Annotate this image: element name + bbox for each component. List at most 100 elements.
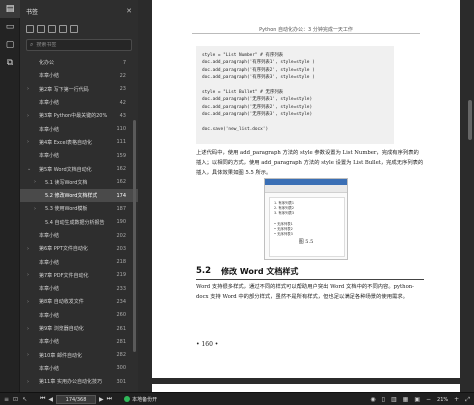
sidebar-item[interactable]: 本章小结 202 — [20, 229, 138, 242]
bookmark-icon[interactable]: ▤ — [0, 0, 20, 18]
fullscreen-icon[interactable]: ⤢ — [465, 396, 470, 404]
sidebar-item[interactable]: › 第4章 Excel表格自动化 111 — [20, 136, 138, 149]
section-number: 5.2 — [196, 266, 212, 276]
sidebar-item[interactable]: › 5.3 使用Word模板 187 — [20, 202, 138, 215]
sidebar-item[interactable]: 本章小结 218 — [20, 255, 138, 268]
sidebar-item-label: 第11章 实用办公自动化技巧 — [39, 379, 102, 386]
sidebar-item[interactable]: 本章小结 300 — [20, 362, 138, 375]
sidebar-item-label: 本章小结 — [39, 259, 60, 266]
cursor-icon[interactable]: ↖ — [22, 396, 27, 403]
sidebar-item[interactable]: › 第10章 邮件自动化 282 — [20, 349, 138, 362]
sidebar-item[interactable]: ⌄ 第5章 Word文档自动化 162 — [20, 162, 138, 175]
comment-icon[interactable]: ▢ — [0, 36, 20, 54]
sidebar-item[interactable]: 本章小结 110 — [20, 122, 138, 135]
sidebar-item-page: 7 — [122, 59, 126, 66]
sidebar-item[interactable]: › 第3章 Python中最关键的20% 43 — [20, 109, 138, 122]
delete-bookmark-icon[interactable] — [59, 25, 67, 33]
document-scrollbar[interactable] — [468, 4, 472, 384]
chevron-right-icon[interactable]: › — [27, 326, 29, 332]
eye-icon[interactable]: ◉ — [370, 396, 375, 403]
chevron-down-icon[interactable]: ⌄ — [27, 166, 31, 172]
attachment-icon[interactable]: ⧉ — [0, 54, 20, 72]
add-bookmark-icon[interactable] — [48, 25, 56, 33]
chevron-right-icon[interactable]: › — [27, 246, 29, 252]
sidebar-item-page: 234 — [116, 298, 126, 305]
sidebar-item-page: 162 — [116, 166, 126, 173]
sidebar-item[interactable]: 本章小结 159 — [20, 149, 138, 162]
chevron-right-icon[interactable]: › — [34, 179, 36, 185]
code-line: doc.add_paragraph('无序列表3', style=style) — [202, 112, 313, 118]
sidebar-item-page: 203 — [116, 245, 126, 252]
zoom-in-icon[interactable]: + — [454, 396, 459, 403]
collapse-all-icon[interactable] — [37, 25, 45, 33]
next-page-top — [152, 384, 460, 392]
double-page-icon[interactable]: ▥ — [391, 396, 397, 403]
sidebar-item[interactable]: › 第9章 浏览器自动化 261 — [20, 322, 138, 335]
book-view-icon[interactable]: ▣ — [414, 396, 420, 403]
sidebar-item[interactable]: 化办公 7 — [20, 56, 138, 69]
scroll-thumb[interactable] — [468, 100, 472, 140]
sidebar-item[interactable]: › 第2章 写下第一行代码 23 — [20, 83, 138, 96]
sidebar-item-label: 第10章 邮件自动化 — [39, 352, 82, 359]
fit-icon[interactable]: ⊡ — [13, 396, 18, 403]
more-icon[interactable] — [70, 25, 78, 33]
sidebar-item-page: 282 — [116, 352, 126, 359]
chevron-right-icon[interactable]: › — [34, 206, 36, 212]
page-indicator[interactable]: 174/368 — [56, 394, 97, 404]
code-line: style = "List Number" # 有序列表 — [202, 53, 284, 58]
sidebar-item[interactable]: 5.2 修改Word文档样式 174 — [20, 188, 138, 203]
sidebar-item[interactable]: 本章小结 233 — [20, 282, 138, 295]
first-page-icon[interactable]: ⏮ — [40, 395, 45, 403]
next-page-icon[interactable]: ▶ — [99, 396, 104, 403]
sidebar-item[interactable]: › 第6章 PPT文件自动化 203 — [20, 242, 138, 255]
chevron-right-icon[interactable]: › — [27, 86, 29, 92]
sidebar-item-label: 本章小结 — [39, 153, 60, 160]
sidebar-item[interactable]: 本章小结 42 — [20, 96, 138, 109]
sidebar-item[interactable]: 本章小结 281 — [20, 335, 138, 348]
sidebar-item[interactable]: › 5.1 读写Word文档 162 — [20, 176, 138, 189]
close-icon[interactable]: ✕ — [126, 7, 132, 15]
last-page-icon[interactable]: ⏭ — [107, 395, 112, 403]
code-line: doc.add_paragraph('有序列表3', style=style ) — [202, 75, 315, 81]
chevron-right-icon[interactable]: › — [27, 272, 29, 278]
single-page-icon[interactable]: ▯ — [382, 396, 385, 403]
chevron-right-icon[interactable]: › — [27, 299, 29, 305]
chevron-right-icon[interactable]: › — [27, 139, 29, 145]
search-input[interactable] — [36, 42, 127, 48]
sidebar-item-page: 219 — [116, 272, 126, 279]
backup-status[interactable]: 本地备份开 — [124, 396, 157, 403]
sidebar-item[interactable]: 本章小结 22 — [20, 69, 138, 82]
zoom-out-icon[interactable]: − — [426, 396, 431, 403]
prev-page-icon[interactable]: ◀ — [48, 396, 53, 403]
sidebar-item-page: 260 — [116, 312, 126, 319]
sidebar-item[interactable]: › 第7章 PDF文件自动化 219 — [20, 269, 138, 282]
sidebar-item[interactable]: 本章小结 260 — [20, 309, 138, 322]
bookmark-search[interactable]: ⌕ — [26, 39, 132, 51]
document-viewport: Python 自动化办公：3 分钟完成一天工作 style = "List Nu… — [138, 0, 474, 392]
sidebar-item-page: 281 — [116, 338, 126, 345]
sidebar-scrollbar[interactable] — [133, 120, 136, 352]
figure-word-screenshot: 1. 有序列表1 2. 有序列表2 3. 有序列表3 • 无序列表1 • 无序列表2 • … — [264, 178, 348, 260]
sidebar-item[interactable]: › 第8章 自动收发文件 234 — [20, 295, 138, 308]
sidebar-item-label: 本章小结 — [39, 126, 60, 133]
bookmark-sidebar: 书签 ✕ ⌕ 化办公 7 本章小结 22 › 第2章 写下第一行代码 23 本章小结 42 › 第3… — [20, 0, 138, 392]
view-controls: ◉ ▯ ▥ ▦ ▣ − 21% + ⤢ — [370, 394, 470, 405]
thumbnail-icon[interactable]: ▭ — [0, 18, 20, 36]
sidebar-item-label: 本章小结 — [39, 233, 60, 239]
menu-icon[interactable]: ≡ — [4, 396, 9, 403]
grid-view-icon[interactable]: ▦ — [403, 396, 409, 403]
sidebar-item-page: 111 — [116, 139, 126, 146]
figure-list-line: • 无序列表3 — [274, 232, 293, 237]
chevron-right-icon[interactable]: › — [27, 379, 29, 385]
chevron-right-icon[interactable]: › — [27, 113, 29, 119]
chevron-right-icon[interactable]: › — [27, 352, 29, 358]
sidebar-item[interactable]: › 第11章 实用办公自动化技巧 301 — [20, 375, 138, 388]
sidebar-item-label: 第8章 自动收发文件 — [39, 299, 84, 306]
zoom-level[interactable]: 21% — [437, 397, 448, 403]
expand-all-icon[interactable] — [26, 25, 34, 33]
sidebar-item[interactable]: 5.4 自动生成数据分析报告 190 — [20, 216, 138, 229]
code-line: style = "List Bullet" # 无序列表 — [202, 89, 284, 95]
sidebar-item-label: 第2章 写下第一行代码 — [39, 86, 89, 93]
